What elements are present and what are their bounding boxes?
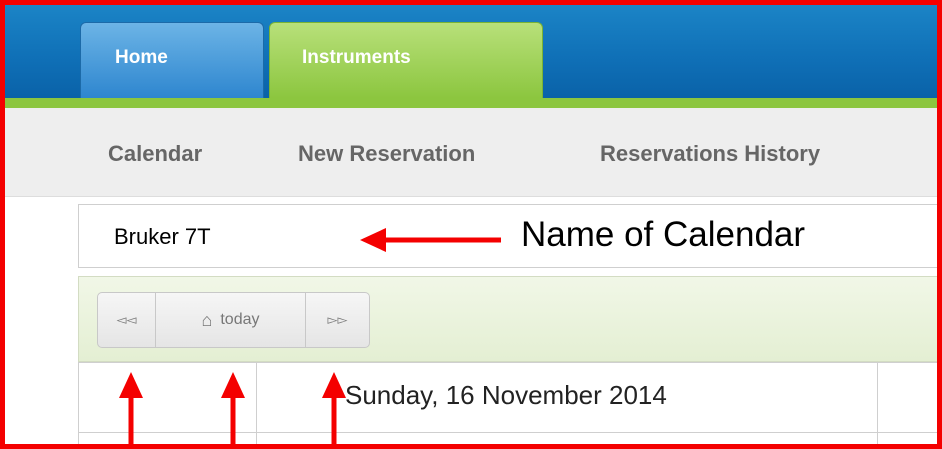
subnav-new-reservation[interactable]: New Reservation	[298, 141, 475, 167]
previous-button[interactable]: ◅◅	[98, 293, 155, 347]
tab-instruments-label: Instruments	[302, 47, 411, 68]
subnav-calendar[interactable]: Calendar	[108, 141, 202, 167]
annotation-arrow-up-icon	[119, 372, 143, 449]
today-label: today	[220, 311, 260, 328]
calendar-name: Bruker 7T	[114, 224, 211, 249]
grid-row-line	[78, 432, 938, 433]
next-icon: ▻▻	[327, 312, 348, 327]
day-column-header: Sunday, 16 November 2014	[345, 380, 667, 410]
grid-top-line	[78, 362, 938, 363]
annotation-arrow-up-icon	[322, 372, 346, 449]
annotation-label: Name of Calendar	[521, 215, 806, 254]
tab-home[interactable]: Home	[80, 22, 264, 98]
today-button[interactable]: ⌂ today	[155, 293, 305, 347]
annotation-arrow-left-icon	[360, 228, 501, 252]
calendar-name-box: Bruker 7T	[78, 204, 938, 268]
previous-icon: ◅◅	[116, 312, 137, 327]
annotation-arrow-up-icon	[221, 372, 245, 449]
subnav-reservations-history[interactable]: Reservations History	[600, 141, 820, 167]
tab-accent-strip	[5, 98, 937, 108]
navigation-button-group: ◅◅ ⌂ today ▻▻	[97, 292, 370, 348]
home-icon: ⌂	[201, 309, 213, 330]
tab-home-label: Home	[115, 47, 168, 68]
next-button[interactable]: ▻▻	[305, 293, 369, 347]
tab-instruments[interactable]: Instruments	[269, 22, 543, 98]
